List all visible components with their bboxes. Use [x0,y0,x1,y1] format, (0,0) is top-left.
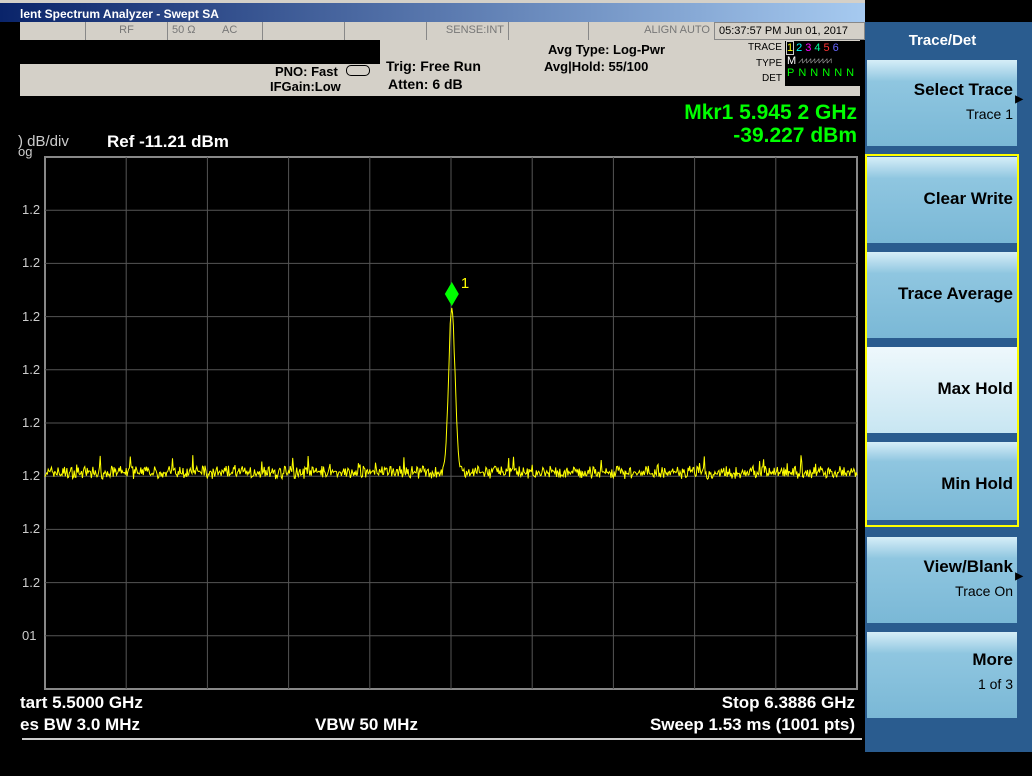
max-hold-button[interactable]: Max Hold [867,347,1017,435]
view-blank-value: Trace On [955,583,1013,599]
stop-frequency: Stop 6.3886 GHz [721,693,855,712]
trace-average-button[interactable]: Trace Average [867,252,1017,340]
divider [22,738,862,740]
sweep-time: Sweep 1.53 ms (1001 pts) [649,715,855,734]
resolution-bandwidth: es BW 3.0 MHz [20,715,140,734]
start-frequency: tart 5.5000 GHz [20,693,143,712]
video-bandwidth: VBW 50 MHz [315,715,418,734]
spectrum-plot[interactable]: 1 [0,0,865,776]
marker-diamond[interactable] [444,282,459,307]
min-hold-button[interactable]: Min Hold [867,442,1017,522]
select-trace-button[interactable]: Select Trace Trace 1 ▶ [867,60,1023,148]
submenu-arrow-icon: ▶ [1015,571,1023,582]
trace-average-label: Trace Average [898,284,1013,303]
softkey-panel: Trace/Det Select Trace Trace 1 ▶ Clear Wri… [865,22,1032,752]
marker-label: 1 [461,275,469,292]
max-hold-label: Max Hold [937,379,1013,398]
select-trace-value: Trace 1 [966,106,1013,122]
select-trace-label: Select Trace [913,80,1013,99]
min-hold-label: Min Hold [941,474,1013,493]
menu-title: Trace/Det [908,32,977,49]
submenu-arrow-icon: ▶ [1015,94,1023,105]
clear-write-label: Clear Write [923,189,1013,208]
more-page: 1 of 3 [977,676,1013,692]
more-button[interactable]: More 1 of 3 [867,632,1017,720]
more-label: More [972,650,1013,669]
clear-write-button[interactable]: Clear Write [867,157,1017,245]
view-blank-button[interactable]: View/Blank Trace On ▶ [867,537,1023,625]
view-blank-label: View/Blank [923,557,1013,576]
